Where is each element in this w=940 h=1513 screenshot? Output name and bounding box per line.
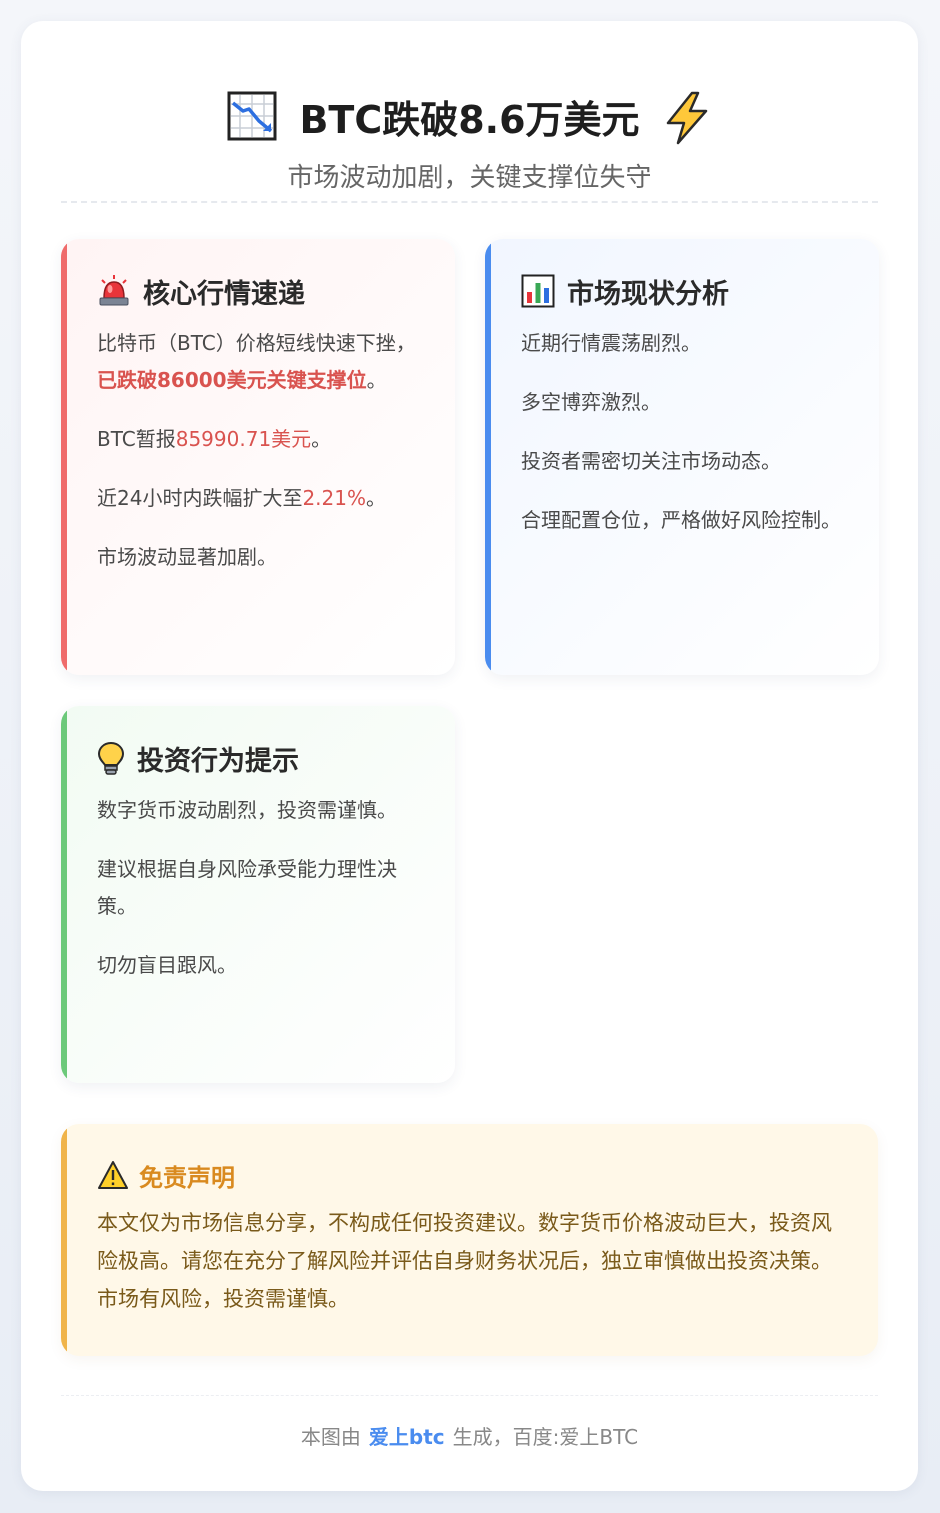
core-market-card: 核心行情速递 比特币（BTC）价格短线快速下挫，已跌破86000美元关键支撑位。…: [61, 239, 455, 675]
market-analysis-card: 市场现状分析 近期行情震荡剧烈。 多空博弈激烈。 投资者需密切关注市场动态。 合…: [485, 239, 879, 675]
disclaimer-header: 免责声明: [97, 1158, 846, 1192]
lightbulb-icon: [97, 741, 125, 775]
footer-suffix: 生成，百度:爱上BTC: [452, 1425, 639, 1449]
disclaimer-title: 免责声明: [139, 1163, 235, 1192]
list-item: 多空博弈激烈。: [521, 390, 661, 414]
card-header: 核心行情速递: [97, 269, 423, 313]
price-drop-text: 比特币（BTC）价格短线快速下挫，已跌破86000美元关键支撑位。: [97, 331, 416, 392]
drop-percent-highlight: 2.21%: [302, 486, 366, 510]
title-row: BTC跌破8.6万美元: [21, 83, 918, 149]
list-item: 切勿盲目跟风。: [97, 953, 237, 977]
current-price-text: BTC暂报85990.71美元。: [97, 427, 332, 451]
footer-prefix: 本图由: [300, 1425, 361, 1449]
header-divider: [61, 201, 878, 203]
bar-chart-icon: [521, 274, 555, 308]
investment-advice-card: 投资行为提示 数字货币波动剧烈，投资需谨慎。 建议根据自身风险承受能力理性决策。…: [61, 706, 455, 1083]
disclaimer-box: 免责声明 本文仅为市场信息分享，不构成任何投资建议。数字货币价格波动巨大，投资风…: [61, 1124, 878, 1356]
card-header: 投资行为提示: [97, 736, 423, 780]
current-price-highlight: 85990.71美元: [175, 427, 312, 451]
drop-percent-text: 近24小时内跌幅扩大至2.21%。: [97, 486, 386, 510]
list-item: 建议根据自身风险承受能力理性决策。: [97, 857, 397, 918]
footer: 本图由 爱上btc 生成，百度:爱上BTC: [21, 1421, 918, 1450]
footer-divider: [61, 1395, 878, 1396]
page-title: BTC跌破8.6万美元: [299, 97, 640, 142]
card-title: 市场现状分析: [567, 278, 729, 310]
card-header: 市场现状分析: [521, 269, 847, 313]
list-item: 投资者需密切关注市场动态。: [521, 449, 781, 473]
volatility-text: 市场波动显著加剧。: [97, 545, 277, 569]
page-subtitle: 市场波动加剧，关键支撑位失守: [287, 163, 652, 193]
card-title: 投资行为提示: [137, 745, 299, 777]
poster: BTC跌破8.6万美元 市场波动加剧，关键支撑位失守 核心行情速递 比特币（BT…: [21, 21, 918, 1491]
disclaimer-text: 本文仅为市场信息分享，不构成任何投资建议。数字货币价格波动巨大，投资风险极高。请…: [97, 1211, 832, 1311]
lightning-icon: [662, 91, 712, 145]
support-level-highlight: 已跌破86000美元关键支撑位: [97, 368, 367, 392]
list-item: 近期行情震荡剧烈。: [521, 331, 701, 355]
header: BTC跌破8.6万美元 市场波动加剧，关键支撑位失守: [21, 83, 918, 194]
list-item: 合理配置仓位，严格做好风险控制。: [521, 508, 841, 532]
card-title: 核心行情速递: [143, 278, 305, 310]
warning-icon: [97, 1160, 129, 1190]
chart-decreasing-icon: [227, 91, 277, 141]
siren-icon: [97, 274, 131, 308]
brand-link[interactable]: 爱上btc: [369, 1425, 445, 1449]
list-item: 数字货币波动剧烈，投资需谨慎。: [97, 798, 397, 822]
